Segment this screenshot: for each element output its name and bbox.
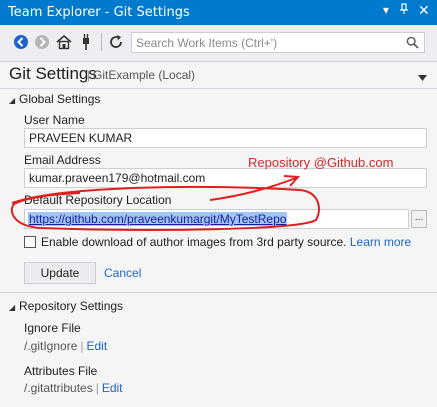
annotation-ellipse [10, 185, 320, 231]
annotation-drawing [10, 175, 320, 231]
